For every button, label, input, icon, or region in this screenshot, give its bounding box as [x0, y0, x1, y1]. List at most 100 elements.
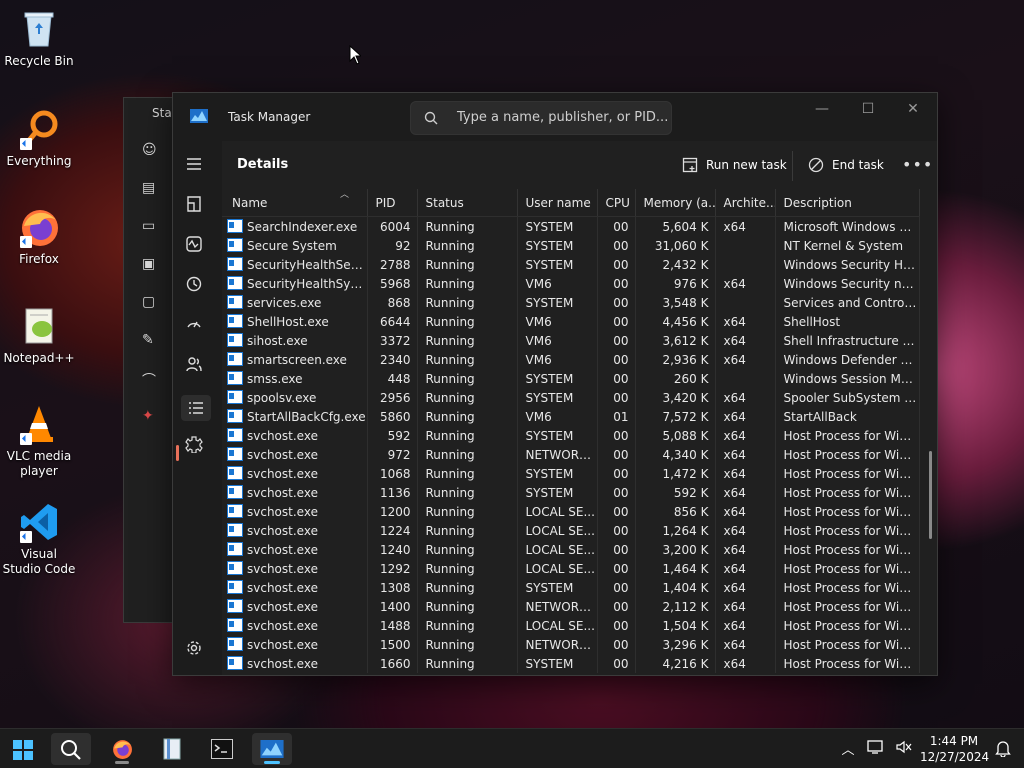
table-row[interactable]: smartscreen.exe 2340 Running VM6 00 2,936 Kx6… [222, 350, 920, 369]
process-name: svchost.exe [247, 524, 318, 538]
column-header[interactable]: CPU [597, 189, 636, 217]
table-cell: x64 [715, 350, 776, 369]
vlc-icon [18, 403, 60, 445]
desktop-icon-firefox[interactable]: Firefox [2, 206, 76, 266]
table-cell: SYSTEM [517, 236, 598, 255]
page-title: Details [237, 157, 289, 172]
task-manager-window[interactable]: Task Manager Type a name, publisher, or … [172, 92, 938, 676]
table-row[interactable]: ShellHost.exe 6644 Running VM6 00 4,456 Kx64 S… [222, 312, 920, 331]
process-name-cell: services.exe [222, 293, 368, 312]
table-row[interactable]: svchost.exe 1292 Running LOCAL SE... 00 1,464… [222, 559, 920, 578]
performance-nav-icon[interactable] [185, 235, 207, 257]
table-row[interactable]: svchost.exe 1068 Running SYSTEM 00 1,472 Kx64… [222, 464, 920, 483]
app-history-nav-icon[interactable] [185, 275, 207, 297]
table-row[interactable]: SearchIndexer.exe 6004 Running SYSTEM 00 5,60… [222, 216, 920, 236]
vertical-scrollbar[interactable] [929, 451, 932, 539]
table-row[interactable]: svchost.exe 1200 Running LOCAL SE... 00 856 K… [222, 502, 920, 521]
table-row[interactable]: svchost.exe 972 Running NETWORK... 00 4,340 K… [222, 445, 920, 464]
table-row[interactable]: sihost.exe 3372 Running VM6 00 3,612 Kx64 Shel… [222, 331, 920, 350]
file-explorer-taskbar-button[interactable] [152, 733, 192, 765]
end-task-button[interactable]: End task [808, 157, 884, 173]
desktop-icon-vlc[interactable]: VLC media player [2, 403, 76, 479]
table-row[interactable]: Secure System 92 Running SYSTEM 00 31,060 K NT… [222, 236, 920, 255]
process-name: svchost.exe [247, 657, 318, 671]
table-row[interactable]: svchost.exe 1660 Running SYSTEM 00 4,216 Kx64… [222, 654, 920, 673]
table-row[interactable]: SecurityHealthSystra...5968RunningVM6009… [222, 274, 920, 293]
table-cell: 3,548 K [635, 293, 716, 312]
table-row[interactable]: svchost.exe 1224 Running LOCAL SE... 00 1,264… [222, 521, 920, 540]
table-row[interactable]: svchost.exe 1136 Running SYSTEM 00 592 Kx64 Ho… [222, 483, 920, 502]
column-header[interactable]: Memory (a... [635, 189, 716, 217]
volume-muted-icon[interactable] [894, 739, 914, 759]
table-row[interactable]: StartAllBackCfg.exe 5860 Running VM6 01 7,572… [222, 407, 920, 426]
terminal-taskbar-button[interactable] [202, 733, 242, 765]
table-cell: x64 [715, 521, 776, 540]
search-taskbar-button[interactable] [51, 733, 91, 765]
network-icon[interactable] [866, 739, 886, 759]
desktop-icon-vscode[interactable]: Visual Studio Code [2, 501, 76, 577]
notebook-icon [163, 738, 181, 760]
more-options-button[interactable]: ••• [902, 155, 933, 174]
maximize-button[interactable]: ☐ [853, 101, 883, 121]
processes-nav-icon[interactable] [185, 195, 207, 217]
firefox-taskbar-button[interactable] [102, 733, 142, 765]
minimize-button[interactable]: — [807, 101, 837, 121]
hamburger-menu-button[interactable] [185, 155, 207, 177]
users-nav-icon[interactable] [185, 355, 207, 377]
process-name: svchost.exe [247, 448, 318, 462]
desktop-icon-recycle-bin[interactable]: Recycle Bin [2, 8, 76, 68]
table-row[interactable]: services.exe 868 Running SYSTEM 00 3,548 K Ser… [222, 293, 920, 312]
startup-apps-nav-icon[interactable] [185, 315, 207, 337]
show-hidden-icons-chevron-icon[interactable]: ︿ [838, 739, 858, 759]
details-nav-icon[interactable] [181, 395, 211, 421]
terminal-icon [211, 739, 233, 759]
table-cell: 868 [367, 293, 418, 312]
column-header[interactable]: User name [517, 189, 598, 217]
desktop-icon-everything[interactable]: Everything [2, 108, 76, 168]
table-cell: x64 [715, 388, 776, 407]
table-row[interactable]: svchost.exe 1240 Running LOCAL SE... 00 3,200… [222, 540, 920, 559]
table-row[interactable]: svchost.exe 1400 Running NETWORK... 00 2,112 … [222, 597, 920, 616]
process-name: svchost.exe [247, 562, 318, 576]
table-cell: Windows Security Hea... [775, 255, 920, 274]
system-clock[interactable]: 1:44 PM 12/27/2024 [920, 733, 989, 765]
task-manager-taskbar-button[interactable] [252, 733, 292, 765]
table-row[interactable]: svchost.exe 592 Running SYSTEM 00 5,088 Kx64 H… [222, 426, 920, 445]
table-row[interactable]: svchost.exe 1500 Running NETWORK... 00 3,296 … [222, 635, 920, 654]
process-name-cell: svchost.exe [222, 483, 368, 502]
process-icon [227, 409, 243, 423]
running-icon: ✦ [142, 408, 154, 424]
process-name-cell: Secure System [222, 236, 368, 255]
services-nav-icon[interactable] [185, 435, 207, 457]
process-name-cell: SecurityHealthSystra... [222, 274, 368, 293]
table-row[interactable]: svchost.exe 1488 Running LOCAL SE... 00 1,504… [222, 616, 920, 635]
process-icon [227, 371, 243, 385]
search-placeholder: Type a name, publisher, or PID... [457, 110, 669, 125]
search-box[interactable]: Type a name, publisher, or PID... [410, 101, 672, 135]
column-header[interactable]: Status [417, 189, 518, 217]
column-header[interactable]: PID [367, 189, 418, 217]
table-cell: Host Process for Wind... [775, 502, 920, 521]
table-cell: 3,200 K [635, 540, 716, 559]
column-header[interactable]: Archite... [715, 189, 776, 217]
process-icon [227, 219, 243, 233]
table-cell: Running [417, 388, 518, 407]
column-header[interactable]: Description [775, 189, 920, 217]
table-row[interactable]: smss.exe 448 Running SYSTEM 00 260 K Windows S… [222, 369, 920, 388]
column-header[interactable]: Name [222, 189, 368, 217]
table-cell: VM6 [517, 350, 598, 369]
close-button[interactable]: ✕ [898, 101, 928, 121]
settings-gear-icon[interactable] [185, 639, 207, 661]
table-cell: 00 [597, 350, 636, 369]
run-new-task-button[interactable]: Run new task [682, 157, 787, 173]
desktop-icon-notepad-plus-plus[interactable]: Notepad++ [2, 305, 76, 365]
title-bar[interactable]: Task Manager Type a name, publisher, or … [173, 93, 937, 141]
process-icon [227, 542, 243, 556]
table-row[interactable]: SecurityHealthServic...2788RunningSYSTEM… [222, 255, 920, 274]
table-row[interactable]: spoolsv.exe 2956 Running SYSTEM 00 3,420 Kx64… [222, 388, 920, 407]
table-row[interactable]: svchost.exe 1308 Running SYSTEM 00 1,404 Kx64… [222, 578, 920, 597]
table-cell: 6644 [367, 312, 418, 331]
start-button[interactable] [3, 733, 43, 765]
table-cell: Running [417, 331, 518, 350]
notifications-bell-icon[interactable] [993, 739, 1013, 759]
